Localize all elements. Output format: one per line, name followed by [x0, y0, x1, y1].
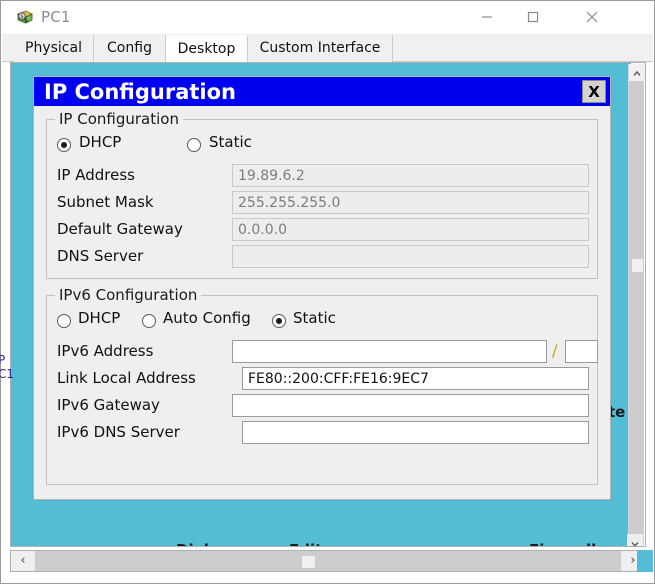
vertical-scroll-thumb[interactable]: [632, 259, 643, 272]
tab-strip: Physical Config Desktop Custom Interface: [2, 34, 653, 62]
ipv6-prefix-separator: /: [552, 341, 558, 360]
scroll-up-button[interactable]: [629, 64, 645, 81]
ipv4-group-title: IP Configuration: [55, 110, 183, 128]
horizontal-scrollbar[interactable]: ‹ ›: [10, 550, 646, 572]
ip-address-input[interactable]: 19.89.6.2: [232, 164, 589, 187]
subnet-mask-label: Subnet Mask: [57, 193, 154, 211]
ipv6-auto-config-radio[interactable]: [142, 314, 156, 328]
ipv6-dns-server-input[interactable]: [242, 421, 589, 444]
link-local-address-label: Link Local Address: [57, 369, 196, 387]
close-button[interactable]: [569, 1, 615, 33]
maximize-icon: [527, 11, 539, 23]
desktop-label-firewall[interactable]: Firewall: [529, 541, 596, 546]
ip-configuration-title: IP Configuration: [44, 80, 236, 104]
packet-tracer-icon: S: [15, 8, 35, 28]
ip-address-label: IP Address: [57, 166, 135, 184]
ipv6-static-radio[interactable]: [272, 314, 286, 328]
scrollbar-corner: [637, 550, 653, 572]
close-icon: [586, 11, 598, 23]
tab-physical[interactable]: Physical: [14, 35, 94, 62]
window-title: PC1: [41, 8, 71, 26]
ip-configuration-dialog: IP Configuration X IP Configuration DHCP…: [33, 76, 611, 500]
minimize-icon: [482, 16, 492, 18]
window-titlebar: S PC1: [1, 1, 654, 34]
desktop-label-editor[interactable]: Editor: [289, 541, 340, 546]
maximize-button[interactable]: [510, 1, 556, 33]
vertical-scrollbar[interactable]: [627, 64, 645, 546]
ipv6-dhcp-radio[interactable]: [57, 314, 71, 328]
scroll-left-button[interactable]: ‹: [11, 551, 35, 571]
link-local-address-input[interactable]: FE80::200:CFF:FE16:9EC7: [242, 367, 589, 390]
pc-device-window: S PC1 Physical Config Desktop Custom Int: [0, 0, 655, 584]
ipv6-prefix-length-input[interactable]: [565, 340, 598, 363]
ipv6-configuration-group: IPv6 Configuration DHCP Auto Config Stat…: [46, 286, 598, 485]
ipv6-gateway-label: IPv6 Gateway: [57, 396, 160, 414]
ipv6-auto-config-label[interactable]: Auto Config: [163, 309, 251, 327]
dns-server-label: DNS Server: [57, 247, 144, 265]
ipv6-address-label: IPv6 Address: [57, 342, 154, 360]
horizontal-scroll-thumb[interactable]: [302, 556, 315, 568]
ipv4-static-label[interactable]: Static: [209, 133, 252, 151]
scroll-down-button[interactable]: [627, 534, 643, 546]
desktop-content-frame: Dialer Editor Firewall te IP Configurati…: [10, 62, 646, 547]
svg-text:S: S: [21, 14, 24, 20]
ipv6-dhcp-label[interactable]: DHCP: [78, 309, 120, 327]
ipv6-group-title: IPv6 Configuration: [55, 286, 202, 304]
ipv6-dns-server-label: IPv6 DNS Server: [57, 423, 180, 441]
tab-config[interactable]: Config: [94, 35, 166, 62]
dns-server-input[interactable]: [232, 245, 589, 268]
desktop-label-dialer[interactable]: Dialer: [176, 541, 226, 546]
ipv4-dhcp-label[interactable]: DHCP: [79, 133, 121, 151]
ipv6-gateway-input[interactable]: [232, 394, 589, 417]
minimize-button[interactable]: [464, 1, 510, 33]
default-gateway-input[interactable]: 0.0.0.0: [232, 218, 589, 241]
ipv6-address-input[interactable]: [232, 340, 547, 363]
ipv4-static-radio[interactable]: [187, 138, 201, 152]
ip-configuration-close-button[interactable]: X: [582, 80, 606, 103]
ipv4-dhcp-radio[interactable]: [57, 138, 71, 152]
edge-label-p: P: [0, 353, 6, 367]
tab-custom-interface[interactable]: Custom Interface: [248, 35, 393, 62]
chevron-down-icon: [631, 542, 639, 546]
ip-configuration-titlebar: IP Configuration X: [34, 77, 610, 106]
ipv4-configuration-group: IP Configuration DHCP Static IP Address …: [46, 110, 598, 279]
tab-desktop[interactable]: Desktop: [166, 35, 248, 62]
chevron-up-icon: [633, 70, 641, 76]
ipv6-static-label[interactable]: Static: [293, 309, 336, 327]
edge-label-c1: C1: [0, 367, 15, 381]
packet-tracer-desktop: Dialer Editor Firewall te IP Configurati…: [11, 63, 631, 546]
default-gateway-label: Default Gateway: [57, 220, 183, 238]
subnet-mask-input[interactable]: 255.255.255.0: [232, 191, 589, 214]
